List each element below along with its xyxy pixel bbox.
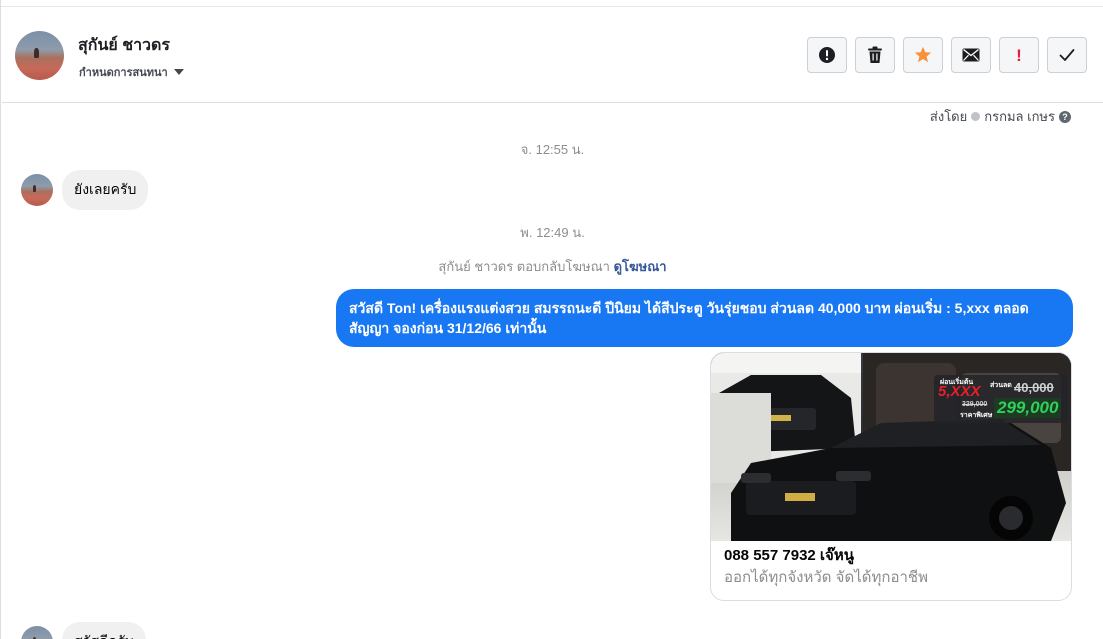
old-price-value: 329,000 <box>962 401 988 408</box>
ad-card-description: ออกได้ทุกจังหวัด จัดได้ทุกอาชีพ <box>724 569 928 586</box>
ad-card-title: 088 557 7932 เจ๊หนู <box>724 547 854 564</box>
alert-circle-icon <box>819 47 835 63</box>
star-button[interactable] <box>903 37 943 73</box>
delete-button[interactable] <box>855 37 895 73</box>
down-payment-value: 5,XXX <box>938 383 981 400</box>
view-ad-link[interactable]: ดูโฆษณา <box>614 259 667 274</box>
star-icon <box>914 46 932 63</box>
help-icon[interactable]: ? <box>1059 110 1071 123</box>
check-icon <box>1059 49 1075 61</box>
sender-avatar[interactable] <box>21 626 53 639</box>
discount-value: 40,000 <box>1014 380 1054 395</box>
verified-dot-icon <box>971 112 981 121</box>
follow-up-button[interactable]: ! <box>999 37 1039 73</box>
set-conversation-dropdown[interactable]: กำหนดการสนทนา <box>79 63 184 81</box>
sent-by-name: กรกมล เกษร <box>984 109 1055 124</box>
trash-icon <box>868 46 882 63</box>
incoming-message-bubble[interactable]: สวัสดีครับ <box>62 622 146 639</box>
special-price-value: 299,000 <box>994 398 1062 418</box>
sent-by-info: ส่งโดย กรกมล เกษร ? <box>930 106 1071 127</box>
ad-preview-card[interactable]: ผ่อนเริ่มต้น 5,XXX ส่วนลด 40,000 329,000… <box>710 352 1072 601</box>
inbox-conversation-panel: สุกันย์ ชาวดร กำหนดการสนทนา ! ส่งโดย กรก… <box>0 0 1103 639</box>
message-timestamp: จ. 12:55 น. <box>520 142 585 157</box>
exclamation-icon: ! <box>1016 45 1022 65</box>
contact-name[interactable]: สุกันย์ ชาวดร <box>78 33 170 58</box>
ad-image: ผ่อนเริ่มต้น 5,XXX ส่วนลด 40,000 329,000… <box>711 353 1071 541</box>
envelope-icon <box>962 48 980 62</box>
incoming-message-bubble[interactable]: ยังเลยครับ <box>62 170 149 210</box>
incoming-message: ยังเลยครับ <box>21 170 149 210</box>
ad-reply-text: สุกันย์ ชาวดร ตอบกลับโฆษณา <box>438 259 610 274</box>
contact-avatar[interactable] <box>15 31 64 80</box>
incoming-message: สวัสดีครับ <box>21 622 146 639</box>
set-conversation-label: กำหนดการสนทนา <box>79 67 168 79</box>
discount-label: ส่วนลด <box>990 382 1012 389</box>
mark-unread-button[interactable] <box>951 37 991 73</box>
done-button[interactable] <box>1047 37 1087 73</box>
ad-reply-note: สุกันย์ ชาวดร ตอบกลับโฆษณา ดูโฆษณา <box>1 256 1103 277</box>
caret-down-icon <box>173 69 184 75</box>
sender-avatar[interactable] <box>21 174 53 206</box>
conversation-header: สุกันย์ ชาวดร กำหนดการสนทนา ! <box>2 7 1103 103</box>
price-badge: ผ่อนเริ่มต้น 5,XXX ส่วนลด 40,000 329,000… <box>934 375 1068 423</box>
header-action-toolbar: ! <box>807 37 1087 73</box>
message-timestamp: พ. 12:49 น. <box>520 225 585 240</box>
sent-by-label: ส่งโดย <box>929 109 968 124</box>
mark-spam-button[interactable] <box>807 37 847 73</box>
special-price-label: ราคาพิเศษ <box>960 412 993 419</box>
outgoing-message-bubble[interactable]: สวัสดี Ton! เครื่องแรงแต่งสวย สมรรถนะดี … <box>336 289 1073 347</box>
